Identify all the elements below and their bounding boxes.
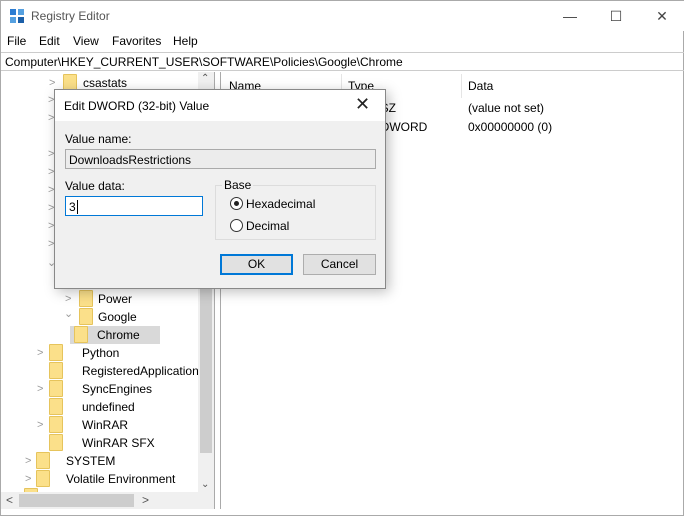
- value-name-label: Value name:: [65, 132, 132, 146]
- value-data-input[interactable]: 3: [65, 196, 203, 216]
- window-title: Registry Editor: [31, 9, 110, 23]
- folder-icon: [79, 290, 93, 307]
- folder-icon: [49, 398, 63, 415]
- tree-item-label: Chrome: [97, 328, 140, 342]
- radio-selected-icon[interactable]: [230, 197, 243, 210]
- ok-button[interactable]: OK: [220, 254, 293, 275]
- registry-editor-icon: [10, 9, 24, 23]
- tree-horizontal-scroll-thumb[interactable]: [19, 494, 134, 507]
- tree-item-label: SyncEngines: [82, 382, 153, 396]
- text-cursor: [76, 200, 78, 214]
- tree-item-label: WinRAR SFX: [82, 436, 155, 450]
- radio-label[interactable]: Decimal: [246, 219, 289, 233]
- folder-icon: [49, 362, 63, 379]
- column-divider[interactable]: [461, 74, 462, 98]
- folder-icon: [49, 434, 63, 451]
- tree-item-label: Python: [82, 346, 120, 360]
- folder-icon: [79, 308, 93, 325]
- maximize-icon[interactable]: ☐: [593, 1, 639, 31]
- menu-bar: File Edit View Favorites Help: [1, 31, 684, 51]
- row-data: 0x00000000 (0): [468, 120, 553, 134]
- value-data-label: Value data:: [65, 179, 125, 193]
- tree-item-label: RegisteredApplication: [82, 364, 199, 378]
- folder-icon: [49, 344, 63, 361]
- tree-item-label: Google: [98, 310, 137, 324]
- tree-item-label: Power: [98, 292, 133, 306]
- tree-item-chrome[interactable]: Chrome: [70, 326, 160, 344]
- menu-edit[interactable]: Edit: [39, 34, 60, 48]
- menu-file[interactable]: File: [7, 34, 26, 48]
- chevron-right-icon[interactable]: >: [37, 344, 43, 362]
- scroll-up-icon[interactable]: ⌃: [201, 73, 209, 84]
- chevron-down-icon[interactable]: ⌄: [64, 305, 73, 323]
- radio-unselected-icon[interactable]: [230, 219, 243, 232]
- folder-icon: [49, 416, 63, 433]
- address-bar[interactable]: Computer\HKEY_CURRENT_USER\SOFTWARE\Poli…: [1, 52, 684, 71]
- close-icon[interactable]: ✕: [639, 1, 684, 31]
- radio-label[interactable]: Hexadecimal: [246, 197, 315, 211]
- column-header-data[interactable]: Data: [468, 79, 493, 93]
- minimize-icon[interactable]: —: [547, 1, 593, 31]
- tree-item-label: SYSTEM: [66, 454, 116, 468]
- cancel-button[interactable]: Cancel: [303, 254, 376, 275]
- tree-item-label: Volatile Environment: [66, 472, 176, 486]
- menu-favorites[interactable]: Favorites: [112, 34, 161, 48]
- base-groupbox: [215, 185, 376, 240]
- dialog-title-bar[interactable]: Edit DWORD (32-bit) Value ✕: [55, 90, 385, 121]
- base-label: Base: [222, 178, 254, 192]
- row-data: (value not set): [468, 101, 545, 115]
- close-icon[interactable]: ✕: [355, 94, 370, 115]
- chevron-right-icon[interactable]: >: [37, 380, 43, 398]
- tree-item-label: WinRAR: [82, 418, 129, 432]
- title-bar: Registry Editor — ☐ ✕: [1, 1, 684, 31]
- folder-icon: [36, 452, 50, 469]
- scroll-right-icon[interactable]: >: [142, 493, 149, 507]
- value-data-text: 3: [69, 200, 76, 214]
- edit-dword-dialog: Edit DWORD (32-bit) Value ✕ Value name: …: [54, 89, 386, 289]
- tree-item-label: undefined: [82, 400, 135, 414]
- chevron-right-icon[interactable]: >: [25, 452, 31, 470]
- folder-icon: [49, 380, 63, 397]
- scroll-down-icon[interactable]: ⌄: [201, 479, 209, 490]
- dialog-title: Edit DWORD (32-bit) Value: [64, 99, 210, 113]
- chevron-right-icon[interactable]: >: [25, 470, 31, 488]
- folder-icon: [36, 470, 50, 487]
- value-name-field: DownloadsRestrictions: [65, 149, 376, 169]
- chevron-right-icon[interactable]: >: [37, 416, 43, 434]
- menu-help[interactable]: Help: [173, 34, 198, 48]
- scroll-left-icon[interactable]: <: [6, 493, 13, 507]
- menu-view[interactable]: View: [73, 34, 99, 48]
